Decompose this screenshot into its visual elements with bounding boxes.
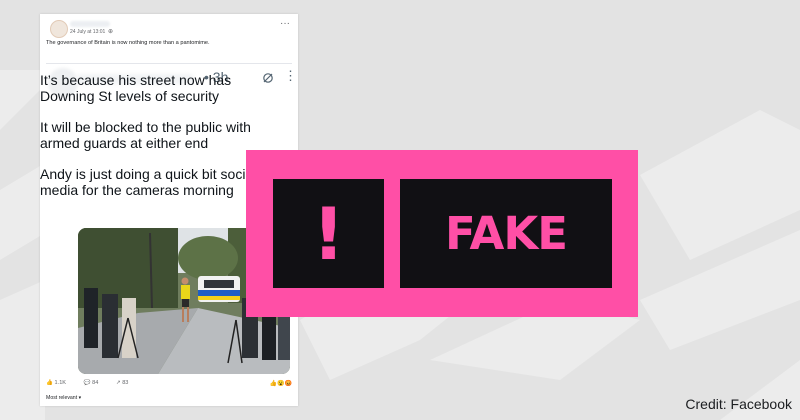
post-timestamp[interactable]: 24 July at 13:01 xyxy=(70,29,105,35)
tweet-paragraph: It’s because his street now has Downing … xyxy=(40,72,232,104)
like-count[interactable]: 👍 1.1K xyxy=(46,380,74,386)
poster-name-redacted xyxy=(70,21,110,27)
share-count[interactable]: ↗ 83 xyxy=(116,380,136,386)
image-credit: Credit: Facebook xyxy=(685,396,792,412)
fake-label: FAKE xyxy=(444,207,568,260)
exclamation-box: ! xyxy=(273,179,384,288)
tweet-paragraph: It will be blocked to the public with ar… xyxy=(40,119,251,151)
comment-count-value: 84 xyxy=(92,380,99,386)
post-header: 24 July at 13:01 ⊕ ··· xyxy=(46,18,292,40)
fake-verdict-badge: ! FAKE xyxy=(246,150,638,317)
tweet-text: It’s because his street now has Downing … xyxy=(40,72,278,213)
comment-filter[interactable]: Most relevant ▾ xyxy=(46,395,81,401)
more-horizontal-icon[interactable]: ··· xyxy=(280,19,290,29)
post-footer: 👍 1.1K 💬 84 ↗ 83 👍😮😡 Most relevant ▾ xyxy=(46,380,296,406)
reaction-emoji-icons[interactable]: 👍😮😡 xyxy=(270,380,292,387)
like-count-value: 1.1K xyxy=(54,380,67,386)
poster-avatar[interactable] xyxy=(50,20,68,38)
post-caption: The governance of Britain is now nothing… xyxy=(46,40,210,46)
tweet-more-icon: ⋮ xyxy=(284,68,297,83)
fake-label-box: FAKE xyxy=(400,179,612,288)
share-count-value: 83 xyxy=(122,380,129,386)
comment-count[interactable]: 💬 84 xyxy=(84,380,107,386)
reaction-counts: 👍 1.1K 💬 84 ↗ 83 xyxy=(46,380,144,386)
globe-icon: ⊕ xyxy=(108,29,114,35)
tweet-paragraph: Andy is just doing a quick bit social me… xyxy=(40,166,257,198)
exclamation-icon: ! xyxy=(312,191,345,276)
caption-divider xyxy=(46,63,292,64)
